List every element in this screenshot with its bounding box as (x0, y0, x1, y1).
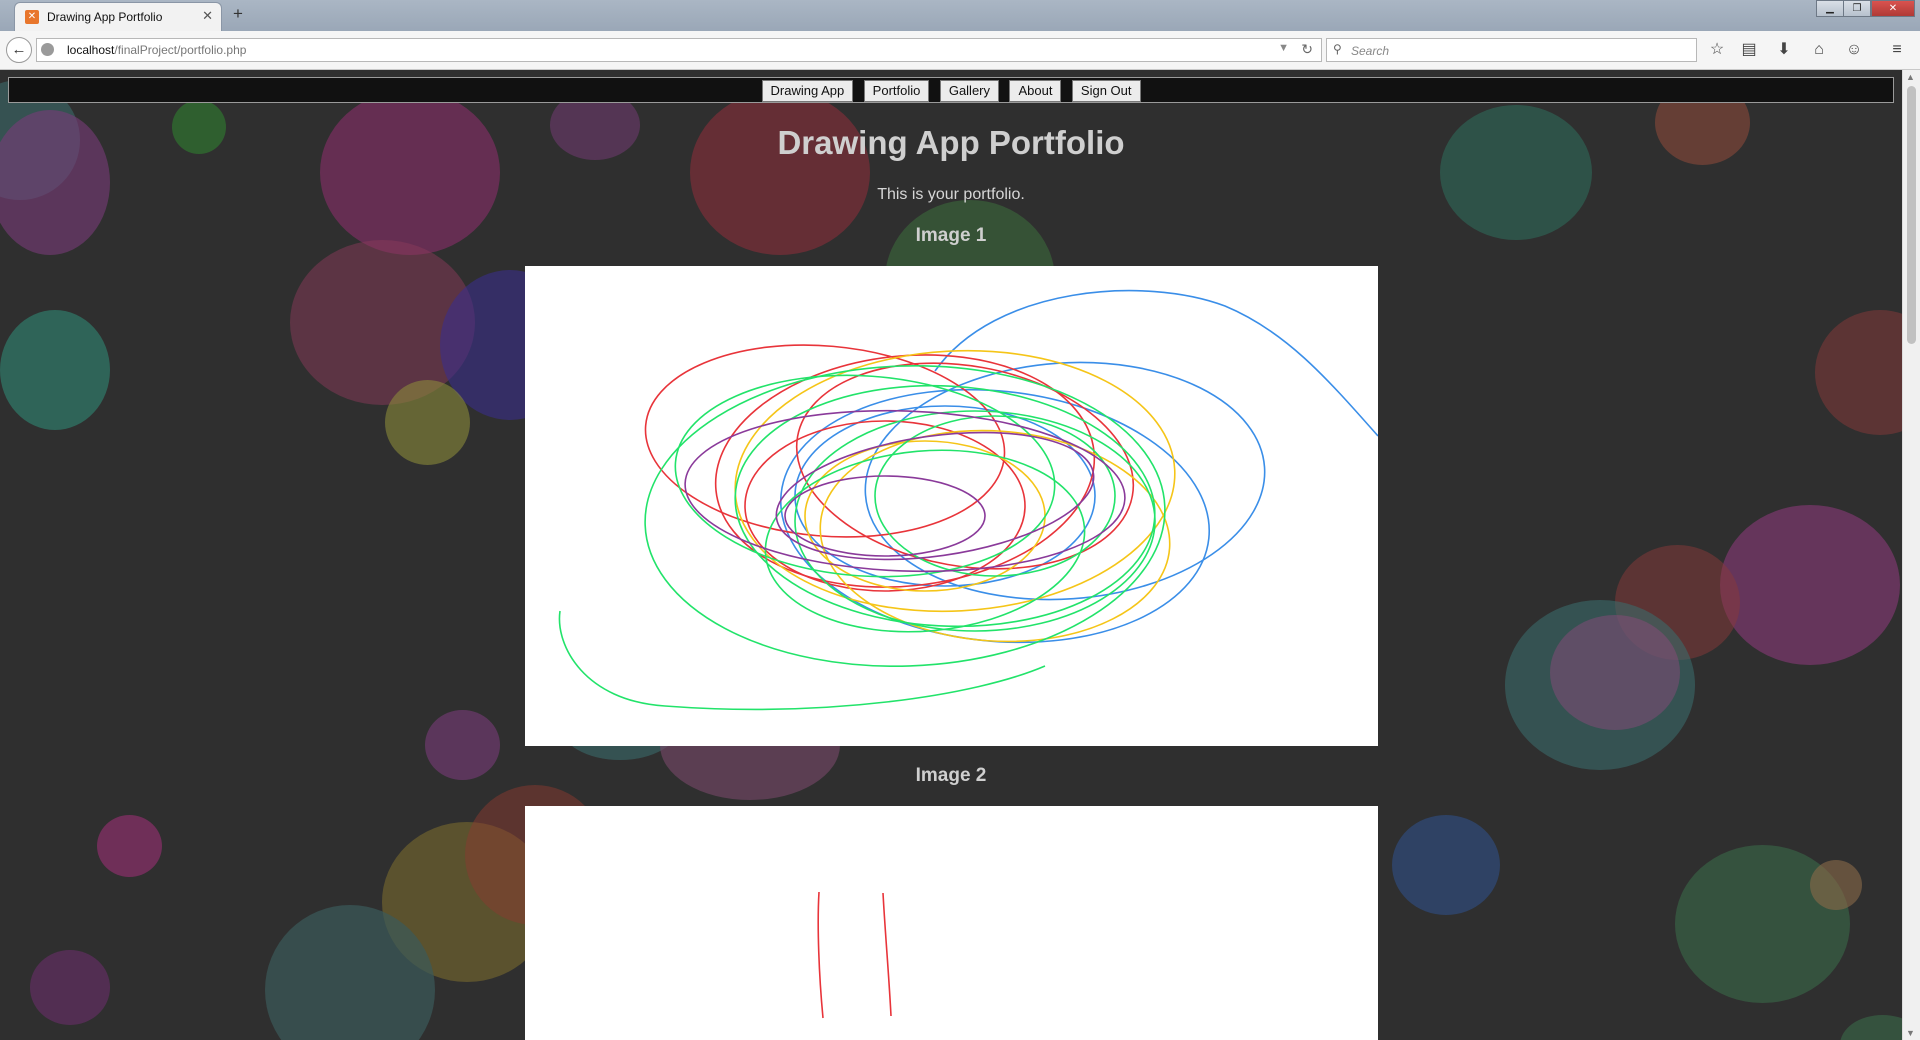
window-close-icon[interactable]: ✕ (1871, 0, 1915, 17)
page-viewport: Drawing App Portfolio Gallery About Sign… (0, 70, 1902, 1040)
image-1-drawing (525, 266, 1378, 746)
url-host: localhost (67, 43, 115, 57)
page-scrollbar[interactable]: ▲ ▼ (1902, 70, 1920, 1040)
bookmarks-menu-icon[interactable]: ▤ (1738, 39, 1760, 61)
back-arrow-icon[interactable]: ← (6, 37, 32, 63)
bookmark-star-icon[interactable]: ☆ (1706, 39, 1728, 61)
home-icon[interactable]: ⌂ (1808, 39, 1830, 61)
nav-portfolio[interactable]: Portfolio (863, 80, 930, 102)
nav-about[interactable]: About (1009, 80, 1062, 102)
browser-navbar: ← localhost/finalProject/portfolio.php ▼… (0, 31, 1920, 70)
image-1-heading: Image 1 (915, 225, 987, 246)
scroll-up-icon[interactable]: ▲ (1906, 72, 1915, 82)
history-dropdown-icon[interactable]: ▼ (1278, 42, 1289, 54)
site-identity-icon[interactable] (41, 43, 54, 56)
page-title: Drawing App Portfolio (777, 124, 1125, 161)
scroll-thumb[interactable] (1907, 86, 1916, 344)
browser-tab[interactable]: ✕ Drawing App Portfolio ✕ (14, 2, 222, 31)
nav-gallery[interactable]: Gallery (939, 80, 1000, 102)
image-2-strokes (817, 891, 892, 1019)
image-2-heading: Image 2 (915, 765, 987, 786)
reload-icon[interactable]: ↻ (1301, 41, 1313, 58)
xampp-favicon-icon: ✕ (25, 10, 39, 24)
intro-text: This is your portfolio. (877, 186, 1025, 203)
nav-drawing-app[interactable]: Drawing App (761, 80, 854, 102)
browser-tabstrip: ✕ Drawing App Portfolio ✕ + ▁ ❐ ✕ (0, 0, 1920, 31)
scroll-down-icon[interactable]: ▼ (1906, 1028, 1915, 1038)
url-path: /finalProject/portfolio.php (114, 43, 247, 57)
url-bar[interactable]: localhost/finalProject/portfolio.php ▼ ↻ (36, 38, 1322, 62)
download-icon[interactable]: ⬇ (1773, 39, 1795, 61)
nav-sign-out[interactable]: Sign Out (1071, 80, 1141, 102)
hamburger-menu-icon[interactable]: ≡ (1886, 39, 1908, 61)
search-placeholder: Search (1351, 44, 1390, 58)
search-icon: ⚲ (1333, 42, 1342, 56)
minimize-icon[interactable]: ▁ (1816, 0, 1844, 17)
new-tab-icon[interactable]: + (233, 4, 243, 24)
maximize-icon[interactable]: ❐ (1843, 0, 1871, 17)
site-nav: Drawing App Portfolio Gallery About Sign… (8, 77, 1894, 103)
search-input[interactable]: ⚲ Search (1326, 38, 1697, 62)
tab-title: Drawing App Portfolio (47, 10, 163, 24)
url-text: localhost/finalProject/portfolio.php (67, 43, 246, 57)
image-2-drawing (525, 806, 1378, 1040)
tab-close-icon[interactable]: ✕ (202, 8, 213, 24)
chat-icon[interactable]: ☺ (1843, 39, 1865, 61)
image-1-strokes (558, 289, 1378, 711)
